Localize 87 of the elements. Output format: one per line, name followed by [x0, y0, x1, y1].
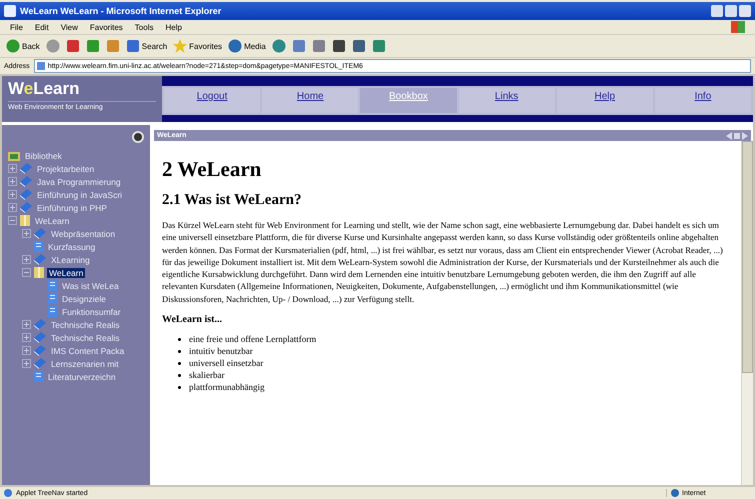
tree-item[interactable]: Einführung in JavaScri: [35, 190, 124, 200]
tree-item[interactable]: Bibliothek: [23, 150, 64, 160]
tree-item[interactable]: Funktionsumfar: [60, 306, 123, 316]
book-icon: [34, 358, 46, 369]
nav-link[interactable]: Links: [458, 88, 555, 113]
minimize-button[interactable]: [711, 5, 723, 17]
expand-toggle[interactable]: [8, 216, 17, 225]
tree-item[interactable]: Java Programmierung: [35, 176, 123, 186]
tree-item[interactable]: Projektarbeiten: [35, 164, 96, 174]
tree-item[interactable]: Webpräsentation: [49, 228, 118, 238]
open-book-icon: [34, 267, 44, 278]
expand-toggle[interactable]: [22, 255, 31, 264]
list-item: intuitiv benutzbar: [189, 345, 253, 358]
nav-link[interactable]: Info: [654, 88, 752, 113]
collapse-icon[interactable]: [132, 131, 144, 143]
book-icon: [34, 228, 46, 239]
toolbar-button[interactable]: Media: [228, 39, 266, 53]
document-icon: [48, 280, 57, 291]
book-icon: [34, 319, 46, 330]
expand-toggle[interactable]: [22, 320, 31, 329]
expand-toggle[interactable]: [8, 177, 17, 186]
menu-item[interactable]: Tools: [134, 22, 154, 32]
expand-toggle[interactable]: [8, 164, 17, 173]
favorites-icon: [173, 39, 188, 53]
navigation-arrows-icon[interactable]: [726, 132, 748, 140]
tree-item[interactable]: Lernszenarien mit: [49, 358, 121, 368]
toolbar-button[interactable]: Search: [126, 39, 168, 53]
menu-item[interactable]: File: [10, 22, 23, 32]
expand-toggle[interactable]: [22, 359, 31, 368]
library-icon: [8, 150, 20, 160]
paragraph: Das Kürzel WeLearn steht für Web Environment for Learning und stellt, wie der Name schon sagt, eine webbasierte Lernumgebung dar. Dabei handelt es sich um eine universell einsetzbare Plattform, die für diverse Kurse und Kursinhalte angepasst werden kann, so dass Kurse vollständig oder größtenteils online abgehalten werden können. Das Format der Kursmaterialien (pdf, html, ...) ist frei wählbar, es setzt nur voraus, dass am Client ein entsprechender Viewer (Acrobat Reader, ...) für das jeweilige Dokument installiert ist. Mit dem WeLearn-System sowohl die Administration der Kurse, der Kursmaterials und der Kursteilnehmer als auch die eigentliche Kursabwicklung durchgeführt. Dann wird dem Lernenden eine intuitiv benutzbare Lernumgebung geboten werden, die ihm den Zugriff auf alle relevanten Kursdaten (Allgemeine Informationen, Neuigkeiten, Dokumente, Aufgabenstellungen, ...) ermöglicht und ihm Kommunikationsmittel (wie Diskussionsforen, Nachrichten, Up- / Download, ...) zur Verfügung stellt.: [162, 219, 724, 306]
document-icon: [48, 293, 57, 304]
book-icon: [20, 176, 32, 187]
subheading: 2.1 Was ist WeLearn?: [162, 192, 302, 209]
tree-item[interactable]: Was ist WeLea: [60, 280, 121, 290]
document-icon: [48, 306, 57, 317]
open-book-icon: [20, 215, 30, 226]
menu-item[interactable]: View: [60, 22, 78, 32]
book-icon: [34, 345, 46, 356]
tree-item[interactable]: XLearning: [49, 254, 92, 264]
expand-toggle[interactable]: [22, 346, 31, 355]
document-icon: [34, 371, 43, 382]
tree-item[interactable]: Designziele: [60, 294, 108, 304]
tree-item[interactable]: Technische Realis: [49, 320, 122, 330]
nav-link[interactable]: Logout: [164, 88, 260, 113]
bullet-icon: [178, 338, 181, 341]
book-icon: [34, 332, 46, 343]
list-item: eine freie und offene Lernplattform: [189, 333, 316, 346]
nav-link[interactable]: Bookbox: [360, 88, 457, 113]
menu-item[interactable]: Edit: [34, 22, 49, 32]
nav-link[interactable]: Help: [556, 88, 653, 113]
scrollbar[interactable]: [741, 141, 753, 485]
bullet-icon: [178, 350, 181, 353]
tree-item[interactable]: Einführung in PHP: [35, 202, 109, 212]
tree-item[interactable]: Technische Realis: [49, 332, 122, 342]
expand-toggle[interactable]: [22, 229, 31, 238]
document-icon: [34, 241, 43, 252]
expand-toggle[interactable]: [22, 268, 31, 277]
list-title: WeLearn ist...: [162, 314, 223, 326]
list-item: universell einsetzbar: [189, 357, 264, 370]
expand-toggle[interactable]: [8, 203, 17, 212]
expand-toggle[interactable]: [8, 190, 17, 199]
menu-item[interactable]: Help: [165, 22, 182, 32]
bullet-icon: [178, 386, 181, 389]
bullet-icon: [178, 374, 181, 377]
book-icon: [20, 163, 32, 174]
book-icon: [34, 254, 46, 265]
window-title: WeLearn WeLearn - Microsoft Internet Explorer: [20, 6, 222, 16]
toolbar-button[interactable]: Favorites: [173, 39, 222, 53]
heading: 2 WeLearn: [162, 157, 262, 182]
toolbar-button[interactable]: Back: [6, 39, 40, 53]
menu-item[interactable]: Favorites: [90, 22, 123, 32]
maximize-button[interactable]: [725, 5, 737, 17]
book-icon: [20, 202, 32, 213]
tree-item[interactable]: IMS Content Packa: [49, 346, 126, 356]
tree-item[interactable]: WeLearn: [47, 268, 86, 278]
tree-item[interactable]: WeLearn: [33, 216, 72, 226]
list-item: skalierbar: [189, 369, 224, 382]
book-icon: [20, 189, 32, 200]
list-item: plattformunabhängig: [189, 381, 264, 394]
expand-toggle[interactable]: [22, 333, 31, 342]
tree-item[interactable]: Kurzfassung: [46, 242, 98, 252]
welearn-logo: WeLearn: [8, 80, 81, 98]
bullet-icon: [178, 362, 181, 365]
nav-link[interactable]: Home: [262, 88, 358, 113]
tree-item[interactable]: Literaturverzeichn: [46, 372, 118, 382]
close-button[interactable]: [739, 5, 751, 17]
